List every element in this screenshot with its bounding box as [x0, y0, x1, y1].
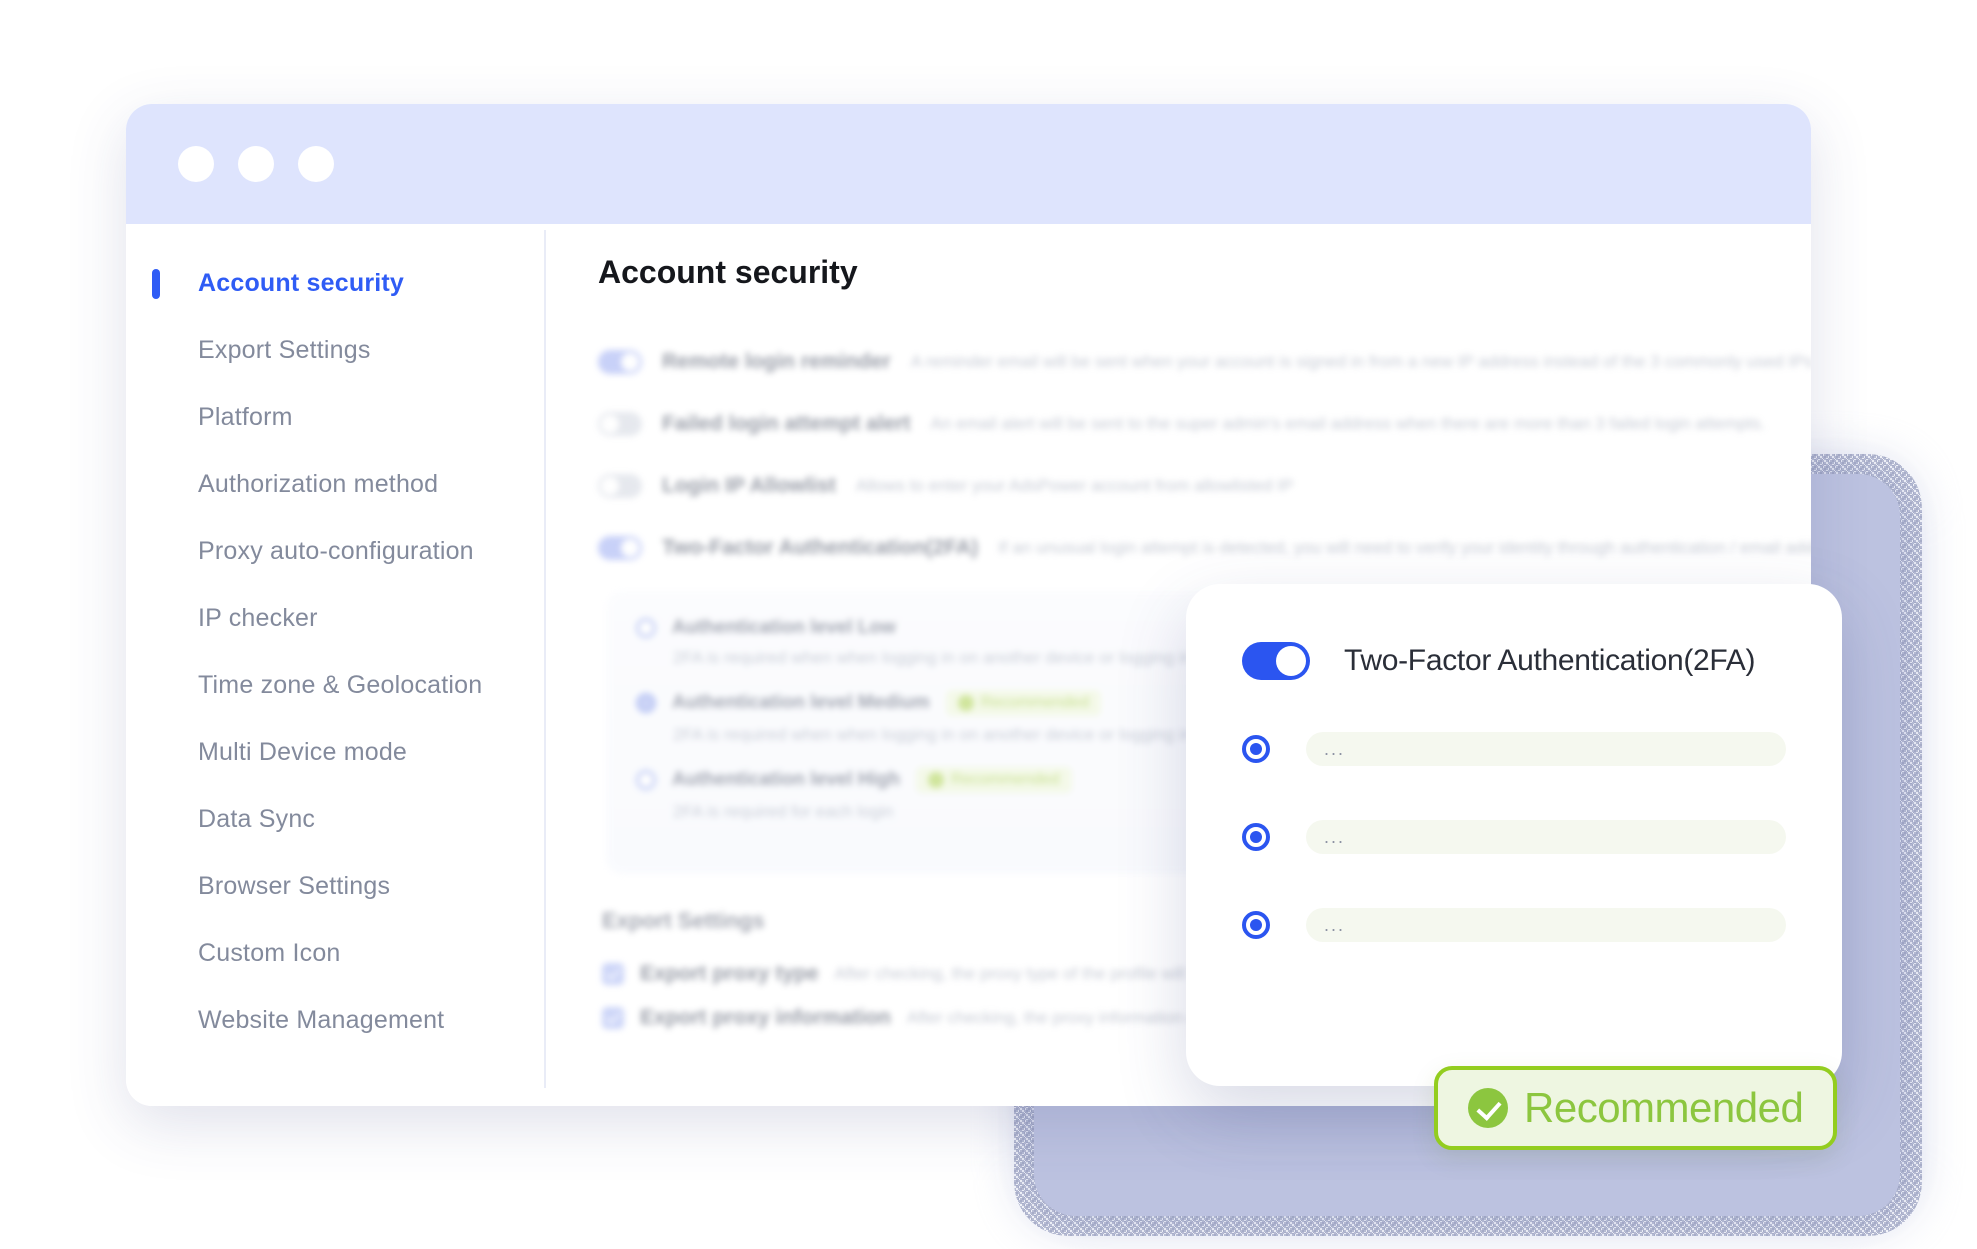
export-label: Export proxy information [640, 1006, 891, 1029]
sidebar-item-label: Custom Icon [198, 939, 341, 967]
sidebar-item-label: Browser Settings [198, 872, 391, 900]
radio-auth-level-medium[interactable] [636, 693, 656, 713]
toggle-remote-login-reminder[interactable] [598, 350, 642, 374]
popup-option-row-1[interactable]: ... [1242, 732, 1786, 766]
option-value-1: ... [1306, 732, 1786, 766]
traffic-light-close-icon[interactable] [178, 146, 214, 182]
recommended-chip-label: Recommended [951, 771, 1060, 788]
auth-level-title: Authentication level Medium [672, 692, 930, 713]
toggle-two-factor-authentication-popup[interactable] [1242, 642, 1310, 680]
sidebar-item-browser-settings[interactable]: Browser Settings [126, 853, 546, 920]
checkbox-export-proxy-type[interactable] [602, 963, 624, 985]
popup-option-row-3[interactable]: ... [1242, 908, 1786, 942]
popup-option-row-2[interactable]: ... [1242, 820, 1786, 854]
setting-description: If an unusual login attempt is detected,… [998, 538, 1811, 557]
two-factor-authentication-popup: Two-Factor Authentication(2FA) ... ... .… [1186, 584, 1842, 1086]
option-value-2: ... [1306, 820, 1786, 854]
setting-row-login-ip-allowlist[interactable]: Login IP Allowlist Allows to enter your … [598, 461, 1811, 511]
toggle-two-factor-authentication[interactable] [598, 536, 642, 560]
sidebar-item-label: Proxy auto-configuration [198, 537, 474, 565]
sidebar-item-label: Export Settings [198, 336, 371, 364]
sidebar-item-export-settings[interactable]: Export Settings [126, 317, 546, 384]
export-label: Export proxy type [640, 962, 819, 985]
sidebar-item-label: IP checker [198, 604, 318, 632]
setting-description: Allows to enter your AdsPower account fr… [855, 476, 1294, 495]
traffic-light-maximize-icon[interactable] [298, 146, 334, 182]
screenshot-root: Account security Export Settings Platfor… [0, 0, 1977, 1249]
sidebar-item-website-management[interactable]: Website Management [126, 987, 546, 1054]
check-circle-icon [928, 772, 945, 788]
radio-option-1[interactable] [1242, 735, 1270, 763]
popup-header: Two-Factor Authentication(2FA) [1242, 642, 1786, 680]
sidebar-item-proxy-auto-configuration[interactable]: Proxy auto-configuration [126, 518, 546, 585]
sidebar-item-platform[interactable]: Platform [126, 384, 546, 451]
sidebar-item-label: Website Management [198, 1006, 445, 1034]
active-indicator-bar [152, 268, 160, 299]
sidebar-item-label: Account security [198, 269, 405, 297]
toggle-failed-login-attempt-alert[interactable] [598, 412, 642, 436]
page-title: Account security [598, 254, 858, 290]
radio-auth-level-low[interactable] [636, 618, 656, 638]
sidebar-item-authorization-method[interactable]: Authorization method [126, 451, 546, 518]
sidebar: Account security Export Settings Platfor… [126, 224, 546, 1106]
sidebar-item-ip-checker[interactable]: IP checker [126, 585, 546, 652]
setting-row-two-factor-authentication[interactable]: Two-Factor Authentication(2FA) If an unu… [598, 523, 1811, 573]
sidebar-item-label: Multi Device mode [198, 738, 408, 766]
sidebar-item-account-security[interactable]: Account security [126, 250, 546, 317]
auth-level-title: Authentication level Low [672, 617, 896, 638]
setting-row-remote-login-reminder[interactable]: Remote login reminder A reminder email w… [598, 337, 1811, 387]
setting-description: A reminder email will be sent when your … [910, 352, 1811, 371]
sidebar-item-label: Platform [198, 403, 293, 431]
sidebar-item-multi-device-mode[interactable]: Multi Device mode [126, 719, 546, 786]
setting-row-failed-login-attempt-alert[interactable]: Failed login attempt alert An email aler… [598, 399, 1811, 449]
window-titlebar [126, 104, 1811, 224]
setting-label: Two-Factor Authentication(2FA) [662, 536, 979, 559]
radio-auth-level-high[interactable] [636, 770, 656, 790]
recommended-badge: Recommended [1434, 1066, 1838, 1150]
radio-option-2[interactable] [1242, 823, 1270, 851]
traffic-light-minimize-icon[interactable] [238, 146, 274, 182]
setting-label: Remote login reminder [662, 350, 891, 373]
setting-description: An email alert will be sent to the super… [930, 414, 1766, 433]
check-circle-icon [957, 695, 974, 711]
recommended-chip-label: Recommended [980, 694, 1090, 711]
setting-label: Login IP Allowlist [662, 474, 836, 497]
sidebar-item-time-zone-geolocation[interactable]: Time zone & Geolocation [126, 652, 546, 719]
checkbox-export-proxy-information[interactable] [602, 1007, 624, 1029]
sidebar-item-data-sync[interactable]: Data Sync [126, 786, 546, 853]
recommended-chip: Recommended [916, 767, 1072, 793]
recommended-chip: Recommended [945, 690, 1102, 716]
radio-option-3[interactable] [1242, 911, 1270, 939]
sidebar-item-label: Data Sync [198, 805, 316, 833]
check-circle-icon [1468, 1088, 1508, 1128]
popup-title: Two-Factor Authentication(2FA) [1344, 644, 1756, 677]
setting-label: Failed login attempt alert [662, 412, 911, 435]
sidebar-item-label: Time zone & Geolocation [198, 671, 483, 699]
sidebar-item-label: Authorization method [198, 470, 439, 498]
option-value-3: ... [1306, 908, 1786, 942]
toggle-login-ip-allowlist[interactable] [598, 474, 642, 498]
auth-level-title: Authentication level High [672, 769, 901, 790]
sidebar-item-custom-icon[interactable]: Custom Icon [126, 920, 546, 987]
recommended-badge-label: Recommended [1524, 1084, 1804, 1131]
